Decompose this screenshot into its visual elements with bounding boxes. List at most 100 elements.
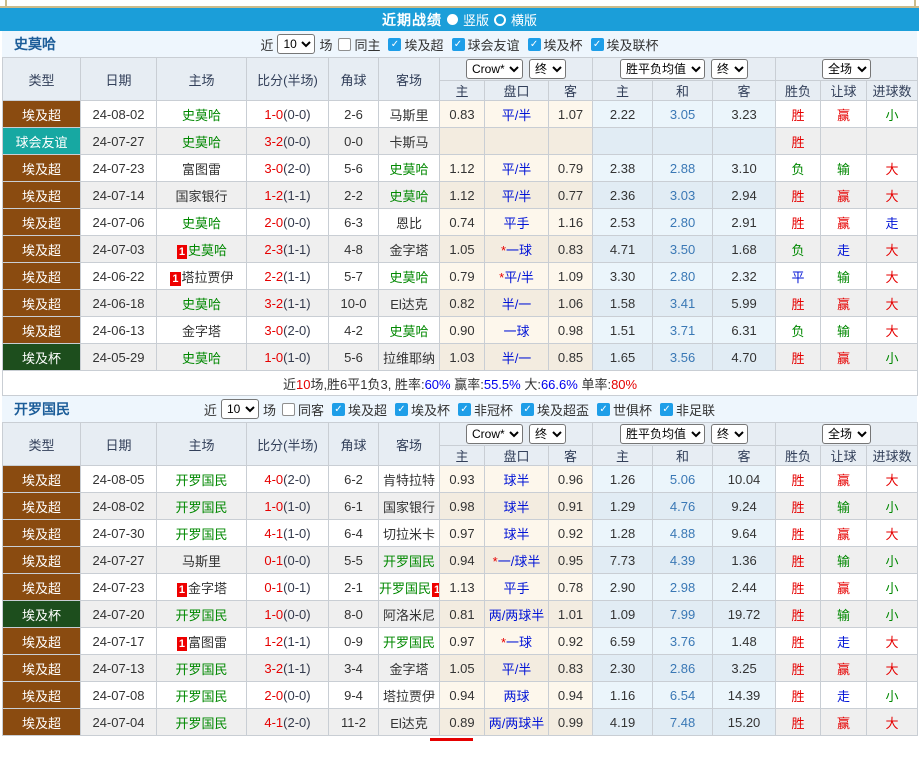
col-handicap-result: 让球 [820,445,868,466]
col-away: 客场 [378,57,440,101]
games-label: 场 [262,402,276,418]
avg-home-cell: 4.71 [592,235,654,263]
away-team-cell: El达克 [378,708,440,736]
odds-home-cell: 0.89 [439,708,485,736]
away-team-cell: 阿洛米尼 [378,600,440,628]
corner-cell: 8-0 [328,600,379,628]
score-cell: 3-0(2-0) [246,154,329,182]
radio-horizontal[interactable] [494,13,506,26]
avg-final-select[interactable]: 终 [711,59,749,79]
odds-away-cell: 1.06 [547,289,594,317]
avg-draw-cell: 2.80 [652,208,714,236]
corner-cell: 0-9 [328,627,379,655]
odds-provider-select[interactable]: Crow* [466,424,524,444]
avg-draw-cell: 3.50 [652,235,714,263]
league-checkbox[interactable]: ✓ [597,402,611,416]
league-type-cell: 埃及超 [2,208,81,236]
date-cell: 24-07-20 [80,600,157,628]
league-checkbox[interactable]: ✓ [527,37,541,51]
away-team-cell: 开罗国民 [378,546,440,574]
avg-select[interactable]: 胜平负均值 [620,424,706,444]
scope-select[interactable]: 全场 [822,59,872,79]
league-label: 世俱杯 [613,402,653,418]
home-team-cell: 富图雷 [156,154,247,182]
away-team-cell: 金字塔 [378,235,440,263]
away-team-name: 开罗国民 [382,553,435,569]
radio-vertical-label[interactable]: 竖版 [463,10,489,29]
odds-final-select[interactable]: 终 [529,59,567,79]
corner-cell: 5-5 [328,546,379,574]
handicap-cell [484,127,549,155]
league-checkbox[interactable]: ✓ [521,402,535,416]
home-team-name: 开罗国民 [175,688,228,704]
odds-home-cell: 0.93 [439,465,485,493]
league-checkbox[interactable]: ✓ [458,402,471,416]
score-cell: 4-1(2-0) [246,708,329,736]
league-checkbox[interactable]: ✓ [394,402,408,416]
handicap-cell: 平/半 [484,654,549,682]
rank-badge: 1 [176,244,188,259]
avg-home-cell: 2.53 [592,208,654,236]
match-row: 球会友谊 24-07-27 史莫哈 3-2(0-0) 0-0 卡斯马 胜 [2,127,919,155]
league-type-cell: 埃及超 [2,154,81,182]
avg-select[interactable]: 胜平负均值 [620,59,706,79]
league-checkbox[interactable]: ✓ [590,37,604,51]
corner-cell: 6-2 [328,465,379,493]
scope-select[interactable]: 全场 [822,424,872,444]
league-type-cell: 埃及超 [2,181,81,209]
away-team-cell: 金字塔 [378,654,440,682]
same-venue-checkbox[interactable] [281,402,295,416]
avg-home-cell: 1.58 [592,289,654,317]
radio-horizontal-label[interactable]: 横版 [511,10,537,29]
corner-cell: 2-2 [328,181,379,209]
odds-home-cell: 1.12 [439,154,485,182]
near-label: 近 [260,37,274,53]
avg-final-select[interactable]: 终 [711,424,749,444]
page-title: 近期战绩 [381,11,442,28]
handicap-result-cell: 赢 [820,343,868,371]
col-result: 胜负 [775,80,822,101]
result-cell: 胜 [775,181,822,209]
odds-home-cell: 0.97 [439,627,485,655]
avg-home-cell: 2.22 [592,100,654,128]
odds-final-select[interactable]: 终 [529,424,567,444]
league-checkbox[interactable]: ✓ [660,402,674,416]
score-cell: 4-1(1-0) [246,519,329,547]
handicap-cell: 平/半 [484,154,549,182]
league-type-cell: 埃及超 [2,546,81,574]
match-row: 埃及超 24-08-02 史莫哈 1-0(0-0) 2-6 马斯里 0.83 平/半 1.07 2… [2,100,919,128]
avg-away-cell: 9.64 [712,519,777,547]
same-venue-checkbox[interactable] [338,37,352,51]
odds-away-cell [547,127,594,155]
home-team-name: 开罗国民 [175,472,228,488]
home-team-name: 金字塔 [181,323,221,339]
col-avg-home: 主 [592,445,654,466]
match-row: 埃及超 24-07-30 开罗国民 4-1(1-0) 6-4 切拉米卡 0.97 球半 0.92… [2,519,919,547]
away-team-name: 切拉米卡 [382,526,435,542]
goals-result-cell: 小 [866,681,919,709]
match-row: 埃及超 24-07-13 开罗国民 3-2(1-1) 3-4 金字塔 1.05 平/半 0.83… [2,654,919,682]
avg-home-cell: 1.09 [592,600,654,628]
radio-vertical[interactable] [446,14,458,25]
col-avg-draw: 和 [652,445,714,466]
league-checkbox[interactable]: ✓ [388,37,402,51]
match-count-select[interactable]: 10 [220,399,259,419]
league-checkbox[interactable]: ✓ [451,37,465,51]
match-count-select[interactable]: 10 [277,34,316,54]
league-type-cell: 埃及超 [2,262,81,290]
goals-result-cell: 大 [866,316,919,344]
handicap-result-cell: 输 [820,492,868,520]
odds-home-cell: 1.03 [439,343,485,371]
score-cell: 2-3(1-1) [246,235,329,263]
home-team-name: 富图雷 [181,161,221,177]
home-team-cell: 史莫哈 [156,100,247,128]
handicap-cell: 球半 [484,465,549,493]
odds-provider-select[interactable]: Crow* [466,59,524,79]
avg-draw-cell: 5.06 [652,465,714,493]
result-cell: 平 [775,262,822,290]
league-checkbox[interactable]: ✓ [331,402,345,416]
away-team-cell: 史莫哈 [378,181,440,209]
avg-home-cell: 1.29 [592,492,654,520]
handicap-result-cell: 输 [820,600,868,628]
avg-group-header: 胜平负均值终 [592,422,777,446]
